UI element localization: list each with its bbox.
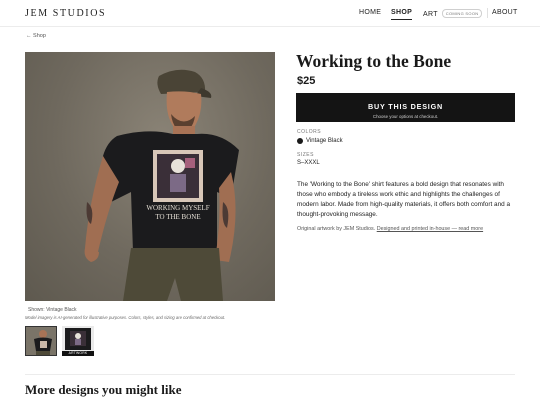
main-product-image[interactable]: WORKING MYSELF TO THE BONE: [25, 52, 275, 301]
more-designs-heading: More designs you might like: [25, 382, 182, 397]
buy-this-design-button[interactable]: BUY THIS DESIGN Choose your options at c…: [296, 93, 515, 122]
site-logo[interactable]: JEM STUDIOS: [25, 8, 106, 19]
shirt-print-line1: WORKING MYSELF: [146, 204, 209, 212]
sizes-label: SIZES: [297, 152, 314, 158]
nav-active-underline: [391, 19, 413, 20]
nav-art[interactable]: ART COMING SOON: [423, 9, 483, 18]
back-to-shop-link[interactable]: ← Shop: [26, 33, 46, 39]
model-photo-illustration: WORKING MYSELF TO THE BONE: [84, 69, 239, 301]
product-title: Working to the Bone: [296, 51, 452, 71]
nav-art-label: ART: [423, 11, 438, 18]
product-price: $25: [297, 75, 316, 87]
buy-button-subtext: Choose your options at checkout.: [372, 114, 439, 119]
site-header: JEM STUDIOS HOME SHOP ART COMING SOON ABO…: [0, 0, 540, 27]
nav-divider: [487, 8, 488, 18]
buy-button-label: BUY THIS DESIGN: [368, 102, 443, 111]
ai-imagery-disclaimer: Model imagery is AI-generated for illust…: [25, 315, 226, 320]
shirt-print-line2: TO THE BONE: [155, 213, 200, 221]
thumbnail-artwork-label: ARTWORK: [62, 351, 94, 356]
shown-color-caption: Shown: Vintage Black: [28, 307, 77, 313]
section-divider: [25, 374, 515, 375]
credit-text: Original artwork by JEM Studios.: [297, 226, 377, 232]
sizes-value: S–XXXL: [297, 160, 320, 166]
color-swatch[interactable]: [297, 138, 303, 144]
color-value: Vintage Black: [306, 138, 343, 144]
thumbnail-model-illustration: [34, 330, 52, 355]
read-more-link[interactable]: Designed and printed in-house — read mor…: [377, 226, 483, 232]
thumbnail-artwork[interactable]: ARTWORK: [62, 326, 94, 356]
nav-home[interactable]: HOME: [359, 9, 381, 16]
artwork-credit: Original artwork by JEM Studios. Designe…: [297, 226, 483, 232]
coming-soon-badge: COMING SOON: [441, 9, 483, 18]
nav-about[interactable]: ABOUT: [492, 9, 518, 16]
colors-label: COLORS: [297, 129, 322, 135]
nav-shop-label: SHOP: [391, 9, 413, 16]
nav-shop[interactable]: SHOP: [391, 9, 413, 20]
product-description: The 'Working to the Bone' shirt features…: [297, 181, 511, 218]
thumbnail-model-photo[interactable]: [25, 326, 57, 356]
